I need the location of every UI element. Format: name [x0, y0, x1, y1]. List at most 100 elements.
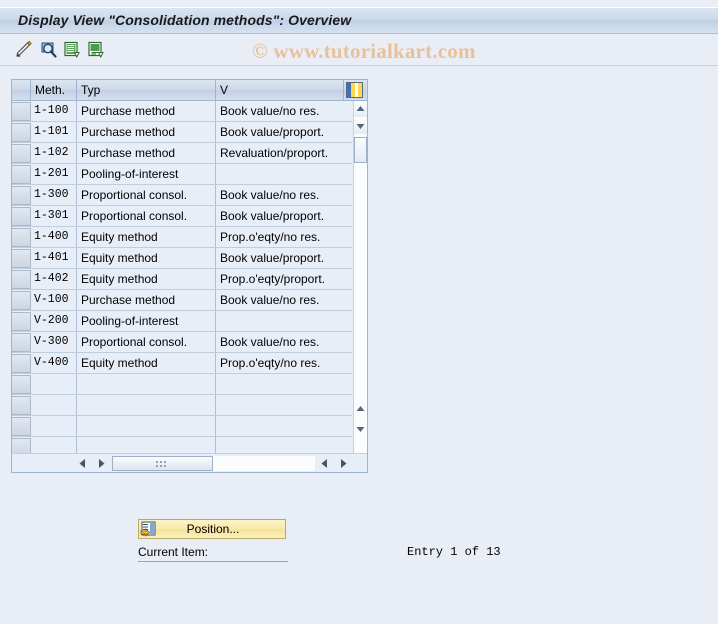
row-select-button[interactable] — [12, 102, 31, 121]
table-row[interactable]: 1-101 Purchase method Book value/proport. — [12, 122, 352, 143]
cell-typ: Equity method — [77, 353, 216, 373]
cell-meth: V-400 — [31, 353, 77, 373]
cell-meth: V-200 — [31, 311, 77, 331]
table-horizontal-scrollbar[interactable] — [12, 453, 367, 472]
cell-meth: V-300 — [31, 332, 77, 352]
row-select-button[interactable] — [12, 396, 31, 415]
table-header-typ[interactable]: Typ — [77, 80, 216, 100]
table-row[interactable]: V-300 Proportional consol. Book value/no r… — [12, 332, 352, 353]
cell-v — [216, 416, 352, 436]
cell-meth: 1-402 — [31, 269, 77, 289]
current-item-input[interactable] — [138, 561, 288, 562]
table-body: 1-100 Purchase method Book value/no res. 1-… — [12, 101, 352, 453]
scroll-page-up-arrow-icon[interactable] — [354, 401, 367, 418]
cell-typ — [77, 437, 216, 453]
entry-count-status: Entry 1 of 13 — [407, 545, 501, 559]
table-row[interactable]: 1-301 Proportional consol. Book value/prop… — [12, 206, 352, 227]
copy-as-icon[interactable] — [86, 40, 106, 60]
cell-v: Prop.o'eqty/no res. — [220, 356, 321, 370]
row-select-button[interactable] — [12, 207, 31, 226]
row-select-button[interactable] — [12, 291, 31, 310]
scroll-page-down-arrow-icon[interactable] — [354, 421, 367, 438]
table-row[interactable] — [12, 374, 352, 395]
column-configuration-icon[interactable] — [346, 82, 363, 98]
row-select-button[interactable] — [12, 417, 31, 436]
row-select-button[interactable] — [12, 333, 31, 352]
cell-typ — [77, 395, 216, 415]
cell-typ: Purchase method — [77, 290, 216, 310]
cell-v — [216, 395, 352, 415]
cell-v: Book value/proport. — [220, 125, 325, 139]
scroll-down-arrow-icon[interactable] — [354, 118, 367, 134]
cell-meth: 1-101 — [31, 122, 77, 142]
position-button-label: Position... — [186, 522, 240, 536]
cell-typ: Purchase method — [77, 143, 216, 163]
scroll-right-arrow-icon-right[interactable] — [335, 456, 351, 471]
cell-v: Revaluation/proport. — [220, 146, 329, 160]
cell-meth — [31, 416, 77, 436]
table-header-row: Meth. Typ V — [12, 80, 367, 101]
cell-meth — [31, 437, 77, 453]
cell-typ: Purchase method — [77, 101, 216, 121]
display-details-icon[interactable] — [39, 40, 59, 60]
row-select-button[interactable] — [12, 375, 31, 394]
cell-meth: 1-201 — [31, 164, 77, 184]
table-row[interactable]: 1-201 Pooling-of-interest — [12, 164, 352, 185]
cell-v: Prop.o'eqty/proport. — [220, 272, 326, 286]
vertical-scrollbar-thumb[interactable] — [354, 137, 367, 163]
cell-meth: 1-401 — [31, 248, 77, 268]
table-header-meth[interactable]: Meth. — [31, 80, 77, 100]
table-row[interactable] — [12, 395, 352, 416]
table-row[interactable]: 1-102 Purchase method Revaluation/proport. — [12, 143, 352, 164]
cell-typ: Proportional consol. — [77, 332, 216, 352]
row-select-button[interactable] — [12, 438, 31, 453]
row-select-button[interactable] — [12, 249, 31, 268]
scroll-left-arrow-icon-right[interactable] — [317, 456, 333, 471]
cell-typ: Pooling-of-interest — [77, 164, 216, 184]
cell-v: Book value/no res. — [220, 293, 320, 307]
cell-typ: Equity method — [77, 227, 216, 247]
row-select-button[interactable] — [12, 312, 31, 331]
table-vertical-scrollbar[interactable] — [353, 101, 367, 453]
scroll-right-arrow-icon[interactable] — [93, 456, 109, 471]
table-header-v[interactable]: V — [216, 80, 344, 100]
cell-v: Book value/proport. — [220, 251, 325, 265]
table-row[interactable]: V-100 Purchase method Book value/no res. — [12, 290, 352, 311]
window-title-bar: Display View "Consolidation methods": Ov… — [0, 7, 718, 34]
row-select-button[interactable] — [12, 165, 31, 184]
row-select-button[interactable] — [12, 144, 31, 163]
table-row[interactable]: 1-300 Proportional consol. Book value/no r… — [12, 185, 352, 206]
cell-v — [216, 437, 352, 453]
cell-typ: Pooling-of-interest — [77, 311, 216, 331]
grip-dots-icon — [155, 460, 166, 467]
table-row[interactable]: 1-402 Equity method Prop.o'eqty/proport. — [12, 269, 352, 290]
scroll-up-arrow-icon[interactable] — [354, 101, 367, 117]
table-row[interactable] — [12, 416, 352, 437]
cell-v: Prop.o'eqty/no res. — [220, 230, 321, 244]
row-select-button[interactable] — [12, 270, 31, 289]
table-row[interactable]: 1-100 Purchase method Book value/no res. — [12, 101, 352, 122]
cell-meth: 1-102 — [31, 143, 77, 163]
table-row[interactable]: 1-400 Equity method Prop.o'eqty/no res. — [12, 227, 352, 248]
horizontal-scrollbar-track[interactable] — [112, 456, 315, 471]
table-row[interactable]: 1-401 Equity method Book value/proport. — [12, 248, 352, 269]
page-title: Display View "Consolidation methods": Ov… — [18, 12, 352, 28]
position-button[interactable]: Position... — [138, 519, 286, 539]
table-row[interactable]: V-400 Equity method Prop.o'eqty/no res. — [12, 353, 352, 374]
table-row[interactable]: V-200 Pooling-of-interest — [12, 311, 352, 332]
application-toolbar — [0, 34, 718, 66]
row-select-button[interactable] — [12, 123, 31, 142]
scroll-left-arrow-icon[interactable] — [75, 456, 91, 471]
row-select-button[interactable] — [12, 186, 31, 205]
change-entry-icon[interactable] — [14, 40, 34, 60]
row-select-button[interactable] — [12, 354, 31, 373]
table-row[interactable] — [12, 437, 352, 453]
cell-meth: 1-400 — [31, 227, 77, 247]
cell-typ: Equity method — [77, 269, 216, 289]
row-select-button[interactable] — [12, 228, 31, 247]
new-entries-icon[interactable] — [62, 40, 82, 60]
horizontal-scrollbar-thumb[interactable] — [112, 456, 213, 471]
cell-meth: 1-300 — [31, 185, 77, 205]
cell-meth — [31, 374, 77, 394]
cell-meth: V-100 — [31, 290, 77, 310]
